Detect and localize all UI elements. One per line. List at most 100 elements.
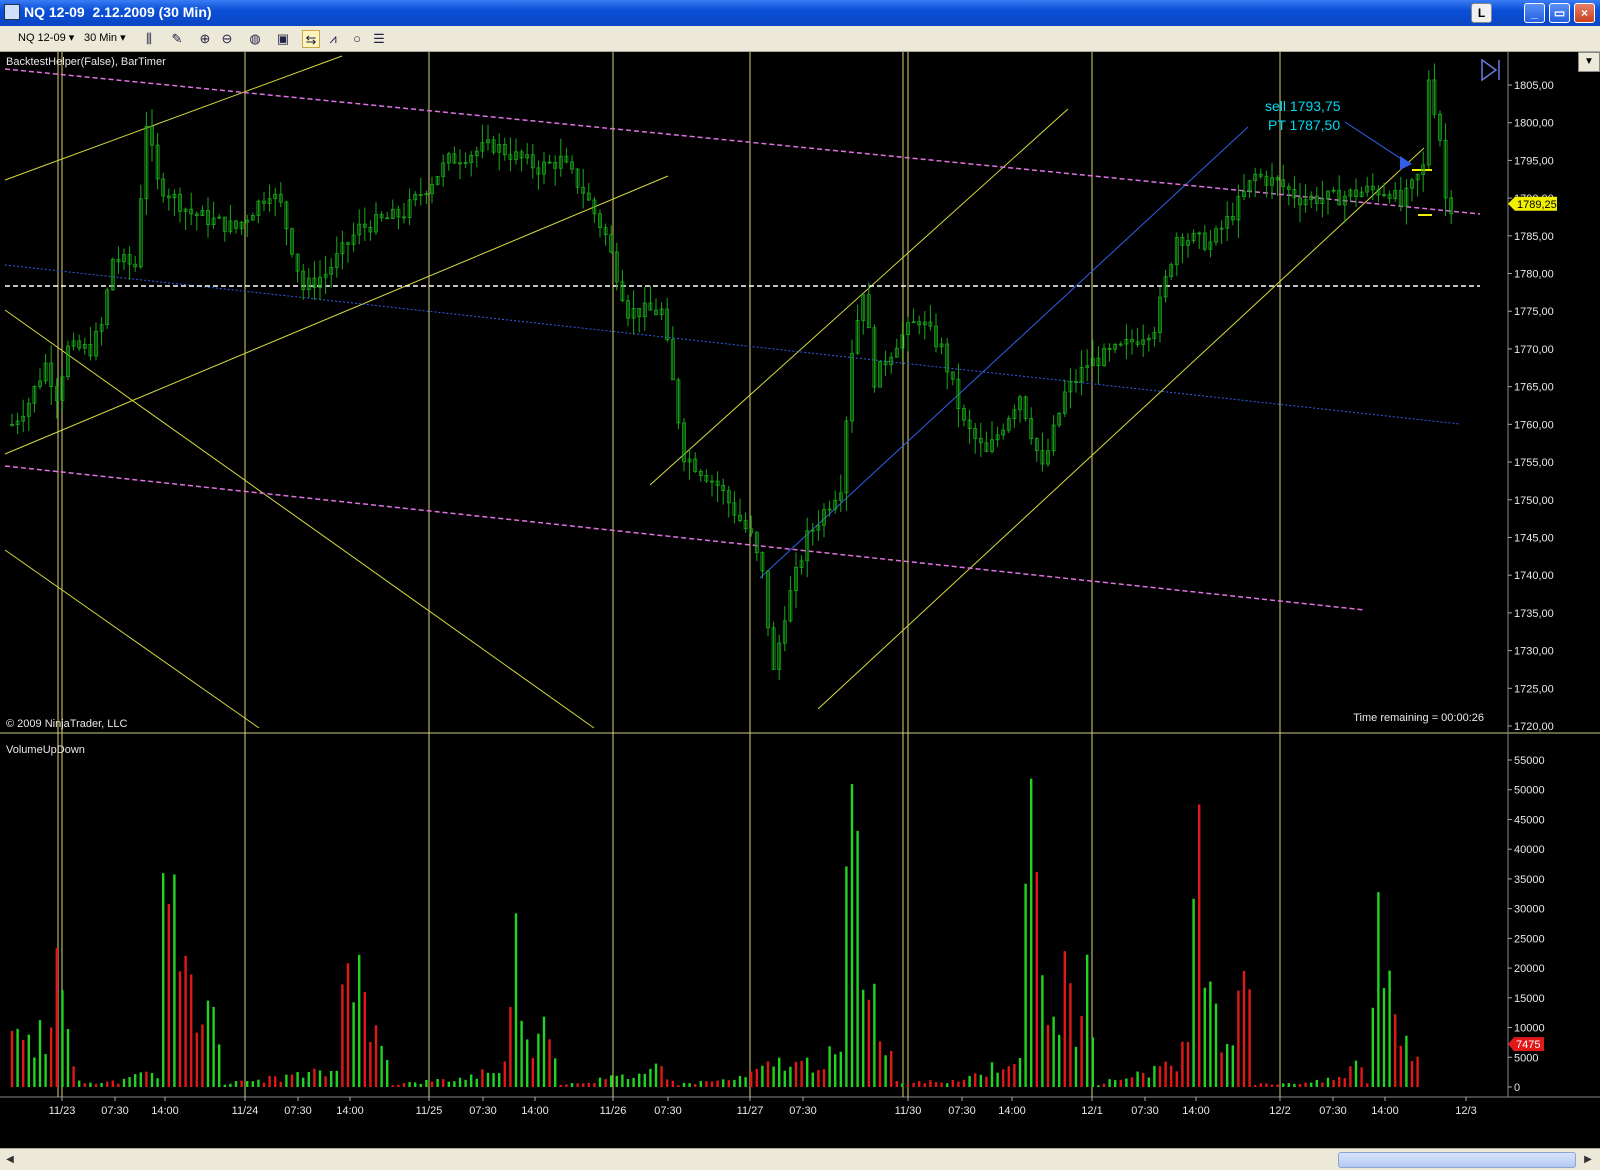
zoom-out-icon[interactable]: ⊖ [218,30,236,48]
candle [49,345,54,405]
interval-selector[interactable]: 30 Min ▾ [84,31,126,44]
properties-icon[interactable]: ▣ [274,30,292,48]
volume-bar [453,1081,456,1087]
volume-bar [55,948,58,1087]
candle [721,478,726,505]
volume-bar [822,1069,826,1087]
volume-bar [1147,1077,1150,1087]
candle [1410,177,1414,202]
candle [1337,175,1342,206]
strategy-icon[interactable]: ⩘ [324,30,342,48]
candle [88,326,93,361]
candle [984,431,989,453]
volume-bar [419,1083,422,1087]
maximize-button[interactable]: ▭ [1549,3,1570,23]
candle [670,326,675,381]
volume-bar [201,1024,204,1087]
candle [273,187,278,217]
volume-bar [828,1046,831,1087]
volume-bar [436,1079,439,1087]
volume-bar [1242,970,1246,1087]
volume-tick-label: 25000 [1514,933,1545,945]
close-button[interactable]: × [1574,3,1595,23]
candle [659,302,664,321]
data-box-icon[interactable]: ☰ [370,30,388,48]
candle [458,149,462,180]
last-price-label: 1789,25 [1517,199,1557,211]
volume-bar [279,1081,282,1087]
volume-bar [324,1076,327,1087]
candle [878,361,882,388]
candle [598,209,602,238]
time-tick-label: 12/3 [1455,1105,1476,1117]
horizontal-scrollbar[interactable]: ◀ ▶ [0,1148,1600,1170]
volume-bar [526,1039,529,1087]
chevron-down-icon: ▾ [68,32,75,44]
globe-icon[interactable]: ◍ [246,30,264,48]
link-button[interactable]: L [1471,3,1492,23]
volume-tick-label: 30000 [1514,904,1545,916]
candle [1023,395,1028,422]
candle [1292,176,1297,208]
volume-bar [912,1082,915,1087]
candle [1219,220,1224,244]
candle [1197,231,1202,249]
volume-bar [397,1084,400,1087]
chart-trader-icon[interactable]: ⇆ [302,30,320,48]
candle [323,255,328,295]
candle [1275,175,1280,197]
zoom-in-icon[interactable]: ⊕ [196,30,214,48]
candle [21,399,26,433]
volume-bar [358,954,361,1087]
disabled-icon[interactable]: ○ [348,30,366,48]
candle [166,188,171,211]
volume-bar [1125,1078,1128,1087]
candle [407,188,412,226]
volume-bar [677,1085,680,1087]
time-tick-label: 11/23 [49,1105,76,1117]
volume-bar [111,1080,114,1087]
volume-bar [1405,1035,1408,1087]
volume-bar [1416,1056,1419,1087]
volume-bar [1321,1082,1324,1087]
chart-toolbar: NQ 12-09 ▾ 30 Min ▾ ⫼ ✎ ⊕ ⊖ ◍ ▣ ⇆ ⩘ ○ ☰ [0,26,1600,52]
candle [1438,110,1442,147]
chart-area[interactable]: 1805,001800,001795,001790,001785,001780,… [0,52,1600,1118]
candle [497,133,502,171]
price-tick-label: 1720,00 [1514,721,1554,733]
candle [1118,341,1123,347]
scroll-thumb[interactable] [1338,1152,1576,1168]
volume-bar [94,1084,98,1087]
volume-bar [167,904,170,1087]
candle [441,154,446,187]
volume-bar [996,1072,999,1087]
volume-bar [1119,1079,1122,1087]
candle [1186,233,1190,258]
volume-bar [302,1077,305,1087]
candle [586,182,591,201]
volume-bar [666,1079,669,1087]
volume-bar [72,1066,75,1087]
candle [978,422,983,457]
drawing-tool-icon[interactable]: ✎ [168,30,186,48]
volume-bar [738,1076,742,1087]
volume-bar [1270,1084,1274,1087]
scroll-right-icon[interactable]: ▶ [1580,1152,1596,1168]
candle [329,258,334,288]
volume-bar [173,874,176,1087]
minimize-button[interactable]: _ [1524,3,1545,23]
bar-style-icon[interactable]: ⫼ [140,30,158,48]
candle [850,339,854,433]
candle [766,570,770,637]
candle [122,248,126,271]
time-tick-label: 11/26 [600,1105,627,1117]
price-series [10,63,1454,680]
volume-bar [1046,1024,1050,1087]
candle [1068,368,1073,409]
scroll-left-icon[interactable]: ◀ [2,1152,18,1168]
candle [536,160,541,190]
instrument-selector[interactable]: NQ 12-09 ▾ [18,31,74,44]
volume-bar [162,873,165,1087]
time-tick-label: 12/1 [1081,1105,1102,1117]
candle [1449,190,1454,225]
